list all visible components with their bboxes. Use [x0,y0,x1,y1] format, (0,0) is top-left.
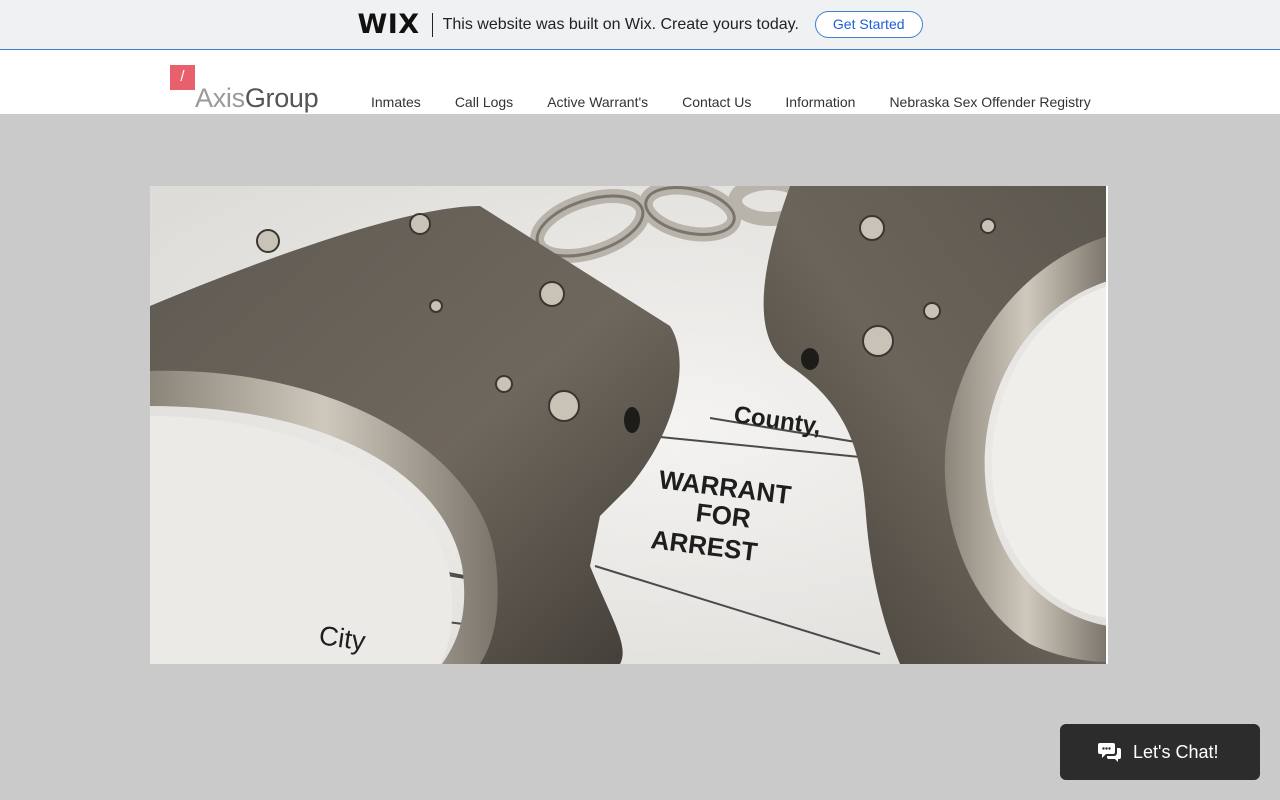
chat-bubble-icon [1098,743,1121,762]
logo-part-axis: Axis [195,83,245,113]
wix-banner: WIX This website was built on Wix. Creat… [0,0,1280,50]
nav-item-sex-offender-registry[interactable]: Nebraska Sex Offender Registry [872,92,1107,112]
site-logo[interactable]: AxisGroup [195,82,319,114]
logo-part-group: Group [244,83,319,113]
nav-item-information[interactable]: Information [768,92,872,112]
logo-badge[interactable]: / [170,65,195,90]
banner-message: This website was built on Wix. Create yo… [442,15,799,33]
get-started-button[interactable]: Get Started [814,11,923,38]
nav-item-call-logs[interactable]: Call Logs [438,92,530,112]
chat-label: Let's Chat! [1133,741,1219,762]
chat-widget-button[interactable]: Let's Chat! [1060,724,1260,780]
site-header: / AxisGroup Inmates Call Logs Active War… [0,50,1280,114]
handcuffs-warrant-illustration: County, WARRANT FOR ARREST City [150,186,1106,664]
hero-image: County, WARRANT FOR ARREST City [150,186,1108,664]
nav-item-active-warrants[interactable]: Active Warrant's [530,92,665,112]
nav-item-contact-us[interactable]: Contact Us [665,92,768,112]
wix-logo[interactable]: WIX [357,9,419,40]
nav-item-inmates[interactable]: Inmates [354,92,438,112]
banner-divider [431,12,433,37]
main-nav: Inmates Call Logs Active Warrant's Conta… [354,92,1108,112]
